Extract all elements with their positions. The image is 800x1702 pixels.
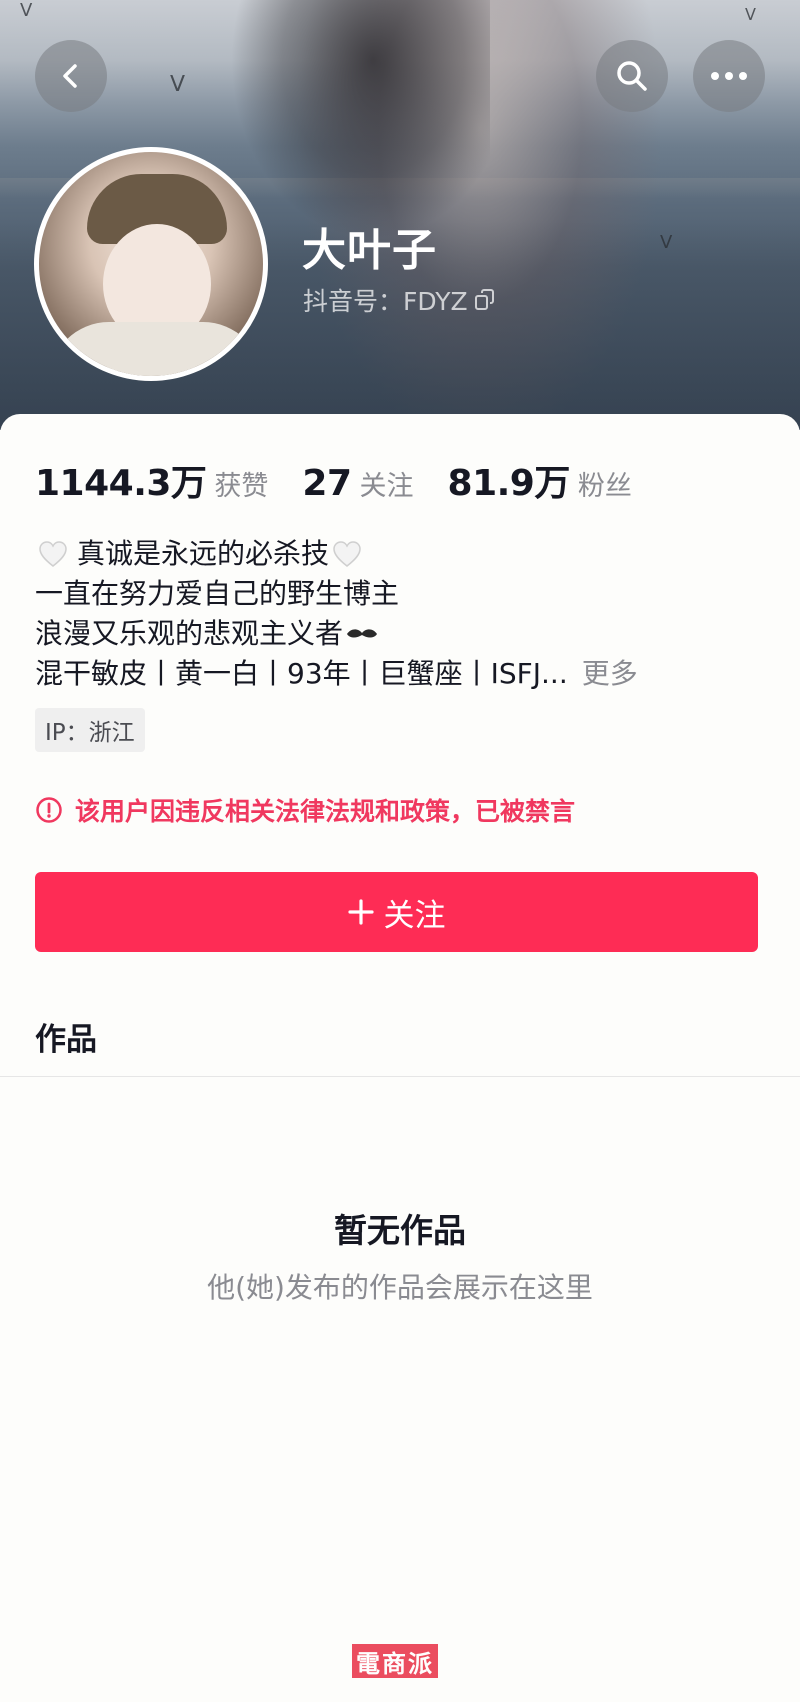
plus-icon	[347, 899, 374, 925]
bio-line: 一直在努力爱自己的野生博主	[35, 574, 638, 614]
ban-warning: 该用户因违反相关法律法规和政策，已被禁言	[35, 792, 575, 828]
stat-likes[interactable]: 1144.3万 获赞	[35, 454, 268, 506]
banner-hair	[230, 0, 490, 240]
bio-text: 真诚是永远的必杀技	[77, 537, 330, 570]
more-button[interactable]	[693, 40, 765, 112]
bio-text: 浪漫又乐观的悲观主义者	[35, 617, 344, 650]
bio-text: 混干敏皮丨黄一白丨93年丨巨蟹座丨ISFJ...	[35, 657, 568, 690]
douyin-id-row: 抖音号：FDYZ	[303, 282, 496, 318]
stat-value: 27	[302, 463, 352, 504]
bird-icon: ᐯ	[20, 0, 33, 21]
bio-more-link[interactable]: 更多	[582, 654, 638, 694]
tab-works[interactable]: 作品	[35, 1014, 97, 1059]
bio-text: 一直在努力爱自己的野生博主	[35, 577, 400, 610]
profile-page: ᐯ ᐯ ᐯ ᐯ 大叶子 抖音号：FDYZ 1144.3万 获赞 27 关注 81…	[0, 0, 800, 1702]
stat-label: 获赞	[214, 471, 269, 502]
search-button[interactable]	[596, 40, 668, 112]
stat-label: 粉丝	[577, 471, 632, 502]
alert-circle-icon	[36, 797, 62, 823]
stat-value: 81.9万	[447, 463, 571, 504]
white-heart-icon	[333, 541, 361, 567]
chevron-left-icon	[63, 64, 77, 88]
bio-line: 真诚是永远的必杀技	[35, 534, 638, 574]
more-dots-icon	[711, 72, 747, 80]
white-heart-icon	[39, 541, 67, 567]
stat-followers[interactable]: 81.9万 粉丝	[448, 454, 632, 506]
mustache-icon	[347, 629, 378, 638]
bird-icon: ᐯ	[660, 232, 673, 253]
stats-row: 1144.3万 获赞 27 关注 81.9万 粉丝	[35, 454, 666, 506]
bio-line: 混干敏皮丨黄一白丨93年丨巨蟹座丨ISFJ... 更多	[35, 654, 638, 694]
stat-label: 关注	[359, 471, 414, 502]
avatar-coat	[49, 322, 263, 376]
bio-line: 浪漫又乐观的悲观主义者	[35, 614, 638, 654]
profile-sheet: 1144.3万 获赞 27 关注 81.9万 粉丝 真诚是永远的必杀技 一直在努…	[0, 414, 800, 1702]
follow-button[interactable]: 关注	[35, 872, 758, 952]
empty-state-subtitle: 他(她)发布的作品会展示在这里	[207, 1271, 593, 1304]
profile-name: 大叶子	[302, 225, 437, 276]
watermark-logo: 電商派	[352, 1644, 438, 1678]
ban-warning-text: 该用户因违反相关法律法规和政策，已被禁言	[75, 797, 576, 826]
back-button[interactable]	[35, 40, 107, 112]
avatar[interactable]	[34, 147, 268, 381]
tab-divider	[0, 1076, 800, 1077]
douyin-id: 抖音号：FDYZ	[303, 287, 468, 316]
stat-value: 1144.3万	[35, 463, 207, 504]
bio: 真诚是永远的必杀技 一直在努力爱自己的野生博主 浪漫又乐观的悲观主义者 混干敏皮…	[35, 534, 638, 694]
follow-button-label: 关注	[383, 897, 446, 934]
copy-icon[interactable]	[474, 289, 496, 311]
bird-icon: ᐯ	[745, 5, 756, 24]
empty-state-title: 暂无作品	[334, 1211, 466, 1250]
search-icon	[617, 61, 647, 91]
ip-location-badge: IP：浙江	[35, 708, 145, 752]
stat-following[interactable]: 27 关注	[302, 463, 413, 504]
bird-icon: ᐯ	[170, 72, 186, 97]
